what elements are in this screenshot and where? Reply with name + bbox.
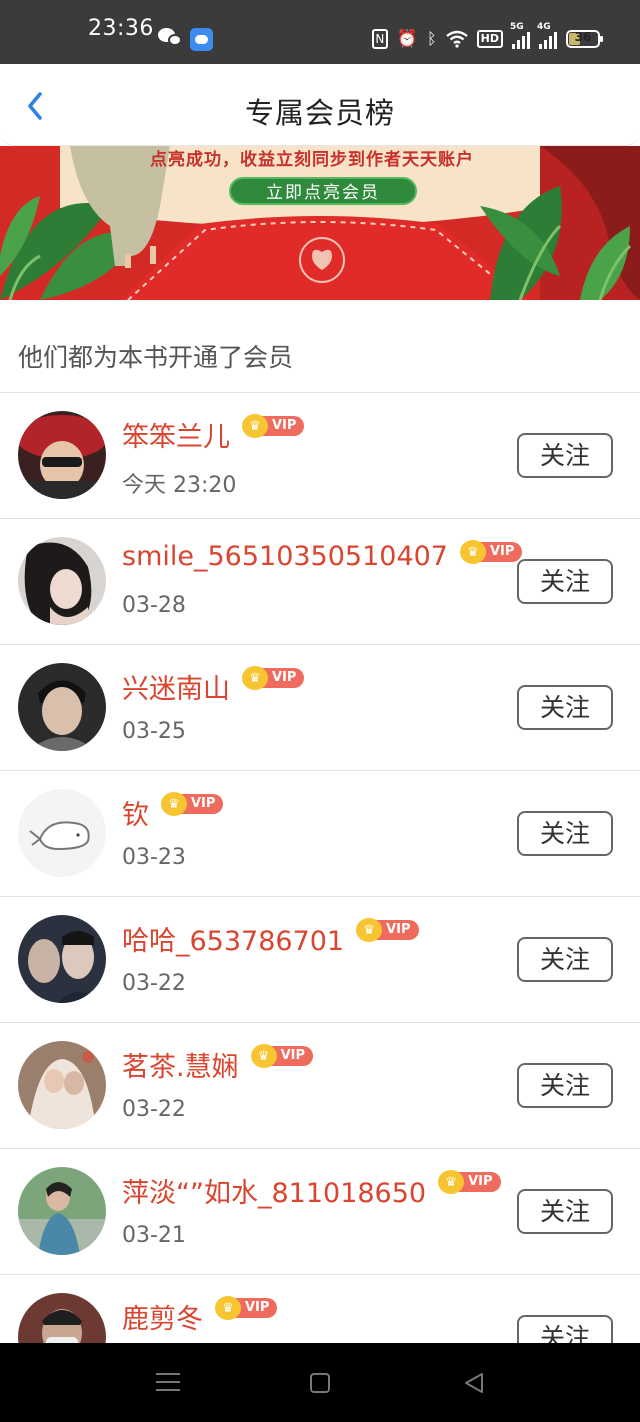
- avatar[interactable]: [18, 537, 106, 625]
- avatar[interactable]: [18, 915, 106, 1003]
- crown-icon: ♛: [356, 918, 383, 942]
- promo-banner[interactable]: 点亮成功，收益立刻同步到作者天天账户 立即点亮会员: [0, 146, 640, 300]
- vip-badge: ♛ VIP: [438, 1170, 501, 1194]
- vip-badge: ♛ VIP: [250, 1044, 314, 1068]
- follow-button[interactable]: 关注: [517, 559, 613, 604]
- vip-badge: ♛ VIP: [215, 1296, 278, 1320]
- crown-icon: ♛: [242, 414, 268, 438]
- status-time: 23:36: [88, 16, 154, 41]
- member-date: 03-25: [122, 719, 186, 744]
- page-title: 专属会员榜: [244, 96, 395, 130]
- member-name[interactable]: 笨笨兰儿: [122, 415, 230, 454]
- status-bar: 23:36 N ⏰ ᛒ HD 5G 4G 36: [0, 0, 640, 64]
- avatar[interactable]: [18, 663, 106, 751]
- list-item[interactable]: 萍淡“”如水_811018650 ♛ VIP 03-21 关注: [0, 1149, 640, 1275]
- vip-badge: ♛ VIP: [459, 540, 523, 564]
- app-notification-icon: [190, 28, 213, 51]
- member-date: 03-22: [122, 1097, 186, 1122]
- member-date: 03-22: [122, 971, 186, 996]
- member-name[interactable]: 萍淡“”如水_811018650: [122, 1171, 426, 1210]
- list-item[interactable]: 哈哈_653786701 ♛ VIP 03-22 关注: [0, 897, 640, 1023]
- follow-button[interactable]: 关注: [517, 811, 613, 856]
- section-title: 他们都为本书开通了会员: [18, 343, 294, 372]
- hd-icon: HD: [476, 30, 503, 48]
- follow-button[interactable]: 关注: [517, 685, 613, 730]
- system-nav-bar: [0, 1343, 640, 1422]
- crown-icon: ♛: [242, 666, 268, 690]
- list-item[interactable]: 钦 ♛ VIP 03-23 关注: [0, 771, 640, 897]
- signal-4g-icon: 4G: [537, 22, 557, 49]
- list-item[interactable]: 笨笨兰儿 ♛ VIP 今天 23:20 关注: [0, 393, 640, 519]
- member-name[interactable]: smile_56510350510407: [122, 541, 448, 572]
- battery-level: 36: [574, 30, 592, 44]
- signal-5g-icon: 5G: [510, 22, 530, 49]
- avatar[interactable]: [18, 789, 106, 877]
- follow-button[interactable]: 关注: [517, 1189, 613, 1234]
- list-item[interactable]: 兴迷南山 ♛ VIP 03-25 关注: [0, 645, 640, 771]
- member-name[interactable]: 鹿剪冬: [122, 1297, 203, 1336]
- follow-button[interactable]: 关注: [517, 937, 613, 982]
- vip-badge: ♛ VIP: [161, 792, 224, 816]
- crown-icon: ♛: [459, 540, 486, 564]
- vip-badge: ♛ VIP: [242, 414, 305, 438]
- back-triangle-icon[interactable]: [462, 1371, 486, 1395]
- follow-button[interactable]: 关注: [517, 433, 613, 478]
- member-date: 03-21: [122, 1223, 186, 1248]
- vip-badge: ♛ VIP: [242, 666, 305, 690]
- member-list: 笨笨兰儿 ♛ VIP 今天 23:20 关注 smile_56510350510…: [0, 393, 640, 1401]
- member-name[interactable]: 茗茶.慧娴: [122, 1045, 239, 1084]
- avatar[interactable]: [18, 1041, 106, 1129]
- alarm-icon: ⏰: [396, 29, 419, 49]
- crown-icon: ♛: [161, 792, 187, 816]
- wechat-icon: [158, 28, 184, 50]
- member-name[interactable]: 兴迷南山: [122, 667, 230, 706]
- bluetooth-icon: ᛒ: [427, 29, 437, 48]
- crown-icon: ♛: [438, 1170, 465, 1194]
- follow-button[interactable]: 关注: [517, 1063, 613, 1108]
- member-date: 03-23: [122, 845, 186, 870]
- member-name[interactable]: 钦: [122, 793, 149, 832]
- member-name[interactable]: 哈哈_653786701: [122, 919, 344, 958]
- banner-text: 点亮成功，收益立刻同步到作者天天账户: [150, 150, 474, 170]
- app-header: 专属会员榜: [0, 64, 640, 146]
- member-date: 03-28: [122, 593, 186, 618]
- menu-icon[interactable]: [156, 1373, 180, 1393]
- crown-icon: ♛: [215, 1296, 241, 1320]
- avatar[interactable]: [18, 411, 106, 499]
- battery-icon: 36: [566, 30, 603, 48]
- crown-icon: ♛: [250, 1044, 277, 1068]
- list-item[interactable]: smile_56510350510407 ♛ VIP 03-28 关注: [0, 519, 640, 645]
- avatar[interactable]: [18, 1167, 106, 1255]
- list-item[interactable]: 茗茶.慧娴 ♛ VIP 03-22 关注: [0, 1023, 640, 1149]
- wifi-icon: [445, 30, 468, 48]
- light-up-membership-button[interactable]: 立即点亮会员: [229, 177, 417, 205]
- nfc-icon: N: [371, 29, 388, 49]
- member-date: 今天 23:20: [122, 473, 237, 498]
- home-icon[interactable]: [310, 1373, 330, 1393]
- vip-badge: ♛ VIP: [356, 918, 419, 942]
